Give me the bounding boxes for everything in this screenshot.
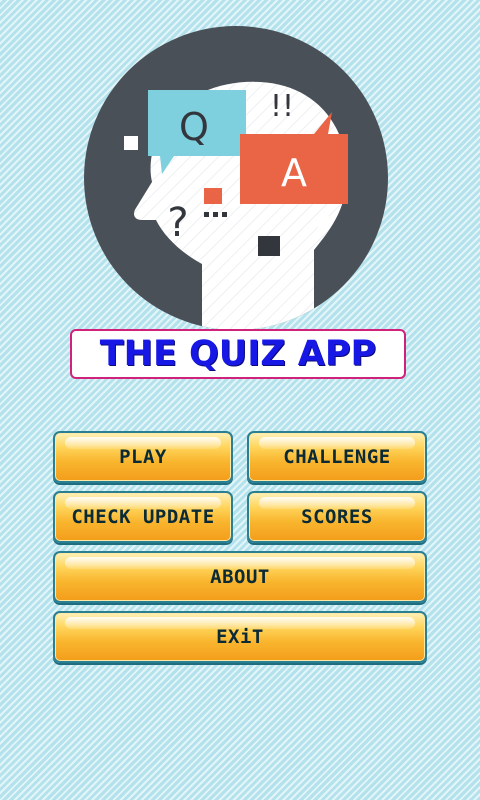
quiz-head-logo: Q A !! ? [84,26,388,330]
app-title: THE QUIZ APP [99,333,377,374]
deco-dot-2 [213,212,218,217]
play-button-label: PLAY [119,446,167,468]
challenge-button[interactable]: CHALLENGE [247,431,427,483]
play-button[interactable]: PLAY [53,431,233,483]
deco-square-2 [204,188,222,204]
scores-button-label: SCORES [301,506,373,528]
about-button[interactable]: ABOUT [53,551,427,603]
challenge-button-label: CHALLENGE [283,446,391,468]
app-title-box: THE QUIZ APP [70,329,406,379]
exit-button-label: EXiT [216,626,264,648]
exclaim-mark: !! [270,89,294,124]
q-letter: Q [179,105,209,149]
deco-square-4 [318,216,330,228]
deco-dot-3 [222,212,227,217]
scores-button[interactable]: SCORES [247,491,427,543]
exit-button[interactable]: EXiT [53,611,427,663]
check-update-button-label: CHECK UPDATE [71,506,215,528]
deco-square-1 [124,136,138,150]
about-button-label: ABOUT [210,566,270,588]
deco-square-3 [258,236,280,256]
question-mark: ? [167,200,188,246]
deco-dot-1 [204,212,209,217]
check-update-button[interactable]: CHECK UPDATE [53,491,233,543]
a-letter: A [281,151,307,195]
